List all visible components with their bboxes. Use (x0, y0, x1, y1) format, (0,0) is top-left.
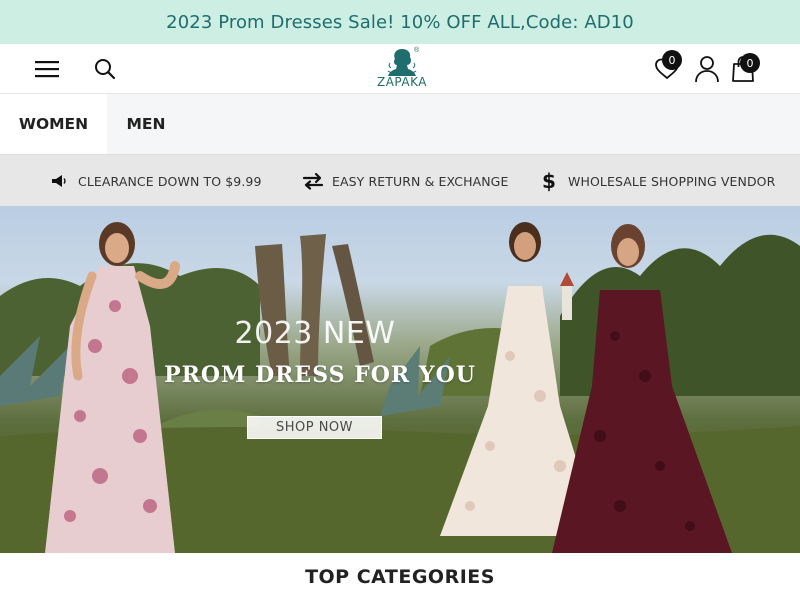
logo-registered-mark: ® (414, 47, 420, 54)
brand-logo[interactable]: ® ZAPAKA (368, 44, 436, 94)
hero-title: PROM DRESS FOR YOU (164, 362, 476, 388)
logo-text: ZAPAKA (377, 75, 427, 89)
announcement-text: 2023 Prom Dresses Sale! 10% OFF ALL,Code… (166, 11, 634, 33)
dollar-icon: $ (538, 170, 560, 192)
perk-label: EASY RETURN & EXCHANGE (332, 173, 509, 189)
hero-banner[interactable]: 2023 NEW PROM DRESS FOR YOU SHOP NOW (0, 206, 800, 553)
menu-button[interactable] (32, 56, 62, 82)
shop-now-button[interactable]: SHOP NOW (247, 416, 382, 439)
nav-item-women[interactable]: WOMEN (0, 94, 107, 154)
search-button[interactable] (92, 56, 118, 82)
top-categories-heading: TOP CATEGORIES (305, 566, 495, 588)
perks-bar: CLEARANCE DOWN TO $9.99 EASY RETURN & EX… (0, 154, 800, 206)
perk-label: CLEARANCE DOWN TO $9.99 (78, 173, 262, 189)
megaphone-icon (48, 170, 70, 192)
account-button[interactable] (692, 54, 722, 84)
cart-count-badge: 0 (740, 53, 760, 73)
perk-wholesale[interactable]: $ WHOLESALE SHOPPING VENDOR (538, 155, 775, 207)
perk-clearance[interactable]: CLEARANCE DOWN TO $9.99 (48, 155, 262, 207)
user-icon (695, 56, 719, 83)
search-icon (95, 59, 116, 80)
exchange-arrows-icon (302, 170, 324, 192)
perk-label: WHOLESALE SHOPPING VENDOR (568, 173, 776, 189)
site-header: ® ZAPAKA 0 0 (0, 44, 800, 94)
hero-kicker: 2023 NEW (234, 316, 396, 351)
perk-returns[interactable]: EASY RETURN & EXCHANGE (302, 155, 508, 207)
hamburger-menu-icon (35, 61, 59, 78)
svg-text:$: $ (542, 170, 556, 192)
announcement-bar[interactable]: 2023 Prom Dresses Sale! 10% OFF ALL,Code… (0, 0, 800, 44)
wishlist-count-badge: 0 (662, 50, 682, 70)
nav-item-men[interactable]: MEN (107, 94, 185, 154)
main-nav: WOMEN MEN (0, 94, 800, 154)
